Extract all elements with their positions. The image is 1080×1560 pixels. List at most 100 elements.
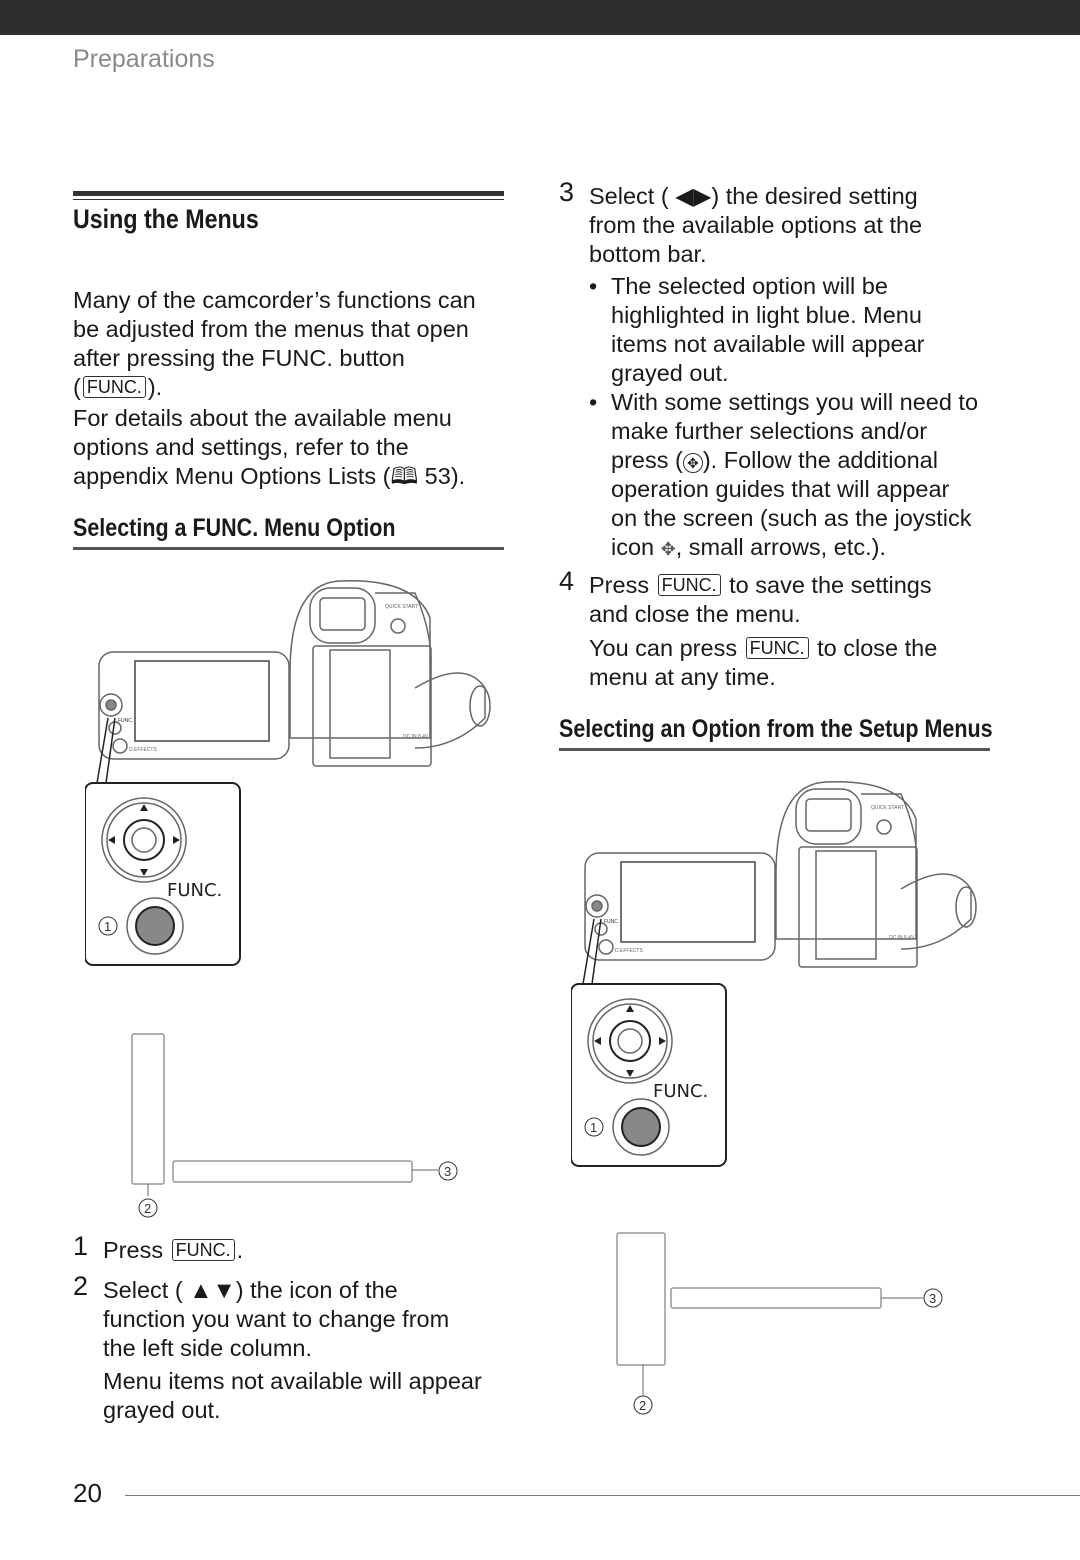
joystick-button-icon: ✥: [682, 453, 703, 473]
dc-in-label: DC IN 8.4V: [889, 935, 915, 941]
step-1: 1 Press FUNC..: [73, 1232, 244, 1265]
deffects-label: D.EFFECTS: [129, 747, 157, 753]
callout-1: 1: [104, 919, 111, 934]
camcorder-illustration: FUNC. FUNC. D.EFFECTS QUICK START DC IN …: [571, 781, 977, 1167]
subheading-func-menu: Selecting a FUNC. Menu Option: [73, 514, 396, 542]
bullet-icon: •: [589, 273, 598, 299]
func-label: FUNC.: [653, 1081, 708, 1102]
text-line: For details about the available menu: [73, 405, 452, 431]
bullet-icon: •: [589, 389, 598, 415]
text-line: The selected option will be: [611, 273, 888, 299]
note-line: Menu items not available will appear: [103, 1368, 482, 1394]
text-line: grayed out.: [611, 360, 729, 386]
text-line: the left side column.: [103, 1335, 312, 1361]
func-key-label: FUNC.: [82, 376, 146, 398]
text-line: be adjusted from the menus that open: [73, 316, 469, 342]
note-line: grayed out.: [103, 1397, 221, 1423]
step-number: 3: [559, 177, 575, 207]
title-rule-thin: [73, 199, 504, 200]
text: Press: [589, 572, 656, 598]
func-label: FUNC.: [167, 880, 222, 901]
text-line: press (✥). Follow the additional: [611, 446, 978, 475]
manual-page: Preparations Using the Menus Many of the…: [0, 0, 1080, 1560]
text: Select (: [103, 1277, 190, 1303]
text: icon: [611, 534, 661, 560]
text: ) the icon of the: [235, 1277, 398, 1303]
step-number: 1: [73, 1231, 89, 1261]
step-4: 4 Press FUNC. to save the settings and c…: [559, 567, 937, 692]
text-line: operation guides that will appear: [611, 476, 950, 502]
bullet-1: • The selected option will be highlighte…: [589, 272, 978, 388]
text-line: menu at any time.: [589, 664, 776, 690]
menu-screen-diagram: 2 3: [131, 1033, 458, 1218]
callout-2: 2: [639, 1398, 646, 1413]
text: to close the: [810, 635, 938, 661]
text-line: Select ( ▲▼) the icon of the: [103, 1276, 482, 1305]
text-line: options and settings, refer to the: [73, 434, 409, 460]
footer-rule: [125, 1495, 1080, 1496]
book-icon: 🕮: [390, 463, 419, 489]
func-key-label: FUNC.: [171, 1239, 235, 1261]
bottom-bar: [172, 1160, 413, 1183]
text-line: bottom bar.: [589, 241, 707, 267]
text-line: appendix Menu Options Lists (🕮 53).: [73, 462, 476, 491]
step-2: 2 Select ( ▲▼) the icon of the function …: [73, 1272, 482, 1425]
small-func-label: FUNC.: [118, 718, 133, 724]
page-number: 20: [73, 1478, 102, 1508]
camcorder-illustration: FUNC. FUNC. D.EFFECTS QUICK START DC IN …: [85, 580, 491, 966]
bullet-2: • With some settings you will need to ma…: [589, 388, 979, 564]
menu-screen-diagram: 2 3: [616, 1232, 943, 1415]
dc-in-label: DC IN 8.4V: [403, 734, 429, 740]
text: appendix Menu Options Lists (: [73, 463, 391, 489]
quick-start-label: QUICK START: [385, 604, 418, 610]
text-line: You can press FUNC. to close the: [589, 634, 937, 663]
title-rule: [73, 191, 504, 196]
up-down-arrows-icon: ▲▼: [189, 1277, 236, 1303]
intro-paragraph: Many of the camcorder’s functions can be…: [73, 286, 476, 491]
text-line: after pressing the FUNC. button: [73, 345, 405, 371]
step-number: 2: [73, 1271, 89, 1301]
func-key-label: FUNC.: [745, 637, 809, 659]
quick-start-label: QUICK START: [871, 805, 904, 811]
text-line: With some settings you will need to: [611, 389, 979, 415]
text: 53).: [418, 463, 466, 489]
text: ) the desired setting: [711, 183, 918, 209]
step-number: 4: [559, 566, 575, 596]
text-line: make further selections and/or: [611, 418, 928, 444]
text: press (: [611, 447, 683, 473]
subheading-rule: [559, 748, 990, 751]
text-line: on the screen (such as the joystick: [611, 505, 972, 531]
func-key-label: FUNC.: [657, 574, 721, 596]
section-title: Preparations: [73, 45, 215, 73]
text-line: highlighted in light blue. Menu: [611, 302, 922, 328]
subheading-setup-menus: Selecting an Option from the Setup Menus: [559, 715, 993, 743]
callout-3: 3: [929, 1291, 936, 1306]
step-3: 3 Select ( ◀▶) the desired setting from …: [559, 178, 978, 564]
text: ).: [147, 374, 163, 400]
text-line: function you want to change from: [103, 1306, 450, 1332]
text-line: icon ✥, small arrows, etc.).: [611, 533, 978, 564]
bottom-bar: [670, 1287, 882, 1309]
text-line: Select ( ◀▶) the desired setting: [589, 182, 956, 211]
left-right-arrows-icon: ◀▶: [675, 183, 712, 209]
text: Select (: [589, 183, 676, 209]
deffects-label: D.EFFECTS: [615, 948, 643, 954]
small-func-label: FUNC.: [604, 919, 619, 925]
text-line: from the available options at the: [589, 212, 923, 238]
joystick-icon: ✥: [660, 539, 676, 559]
text-line: and close the menu.: [589, 601, 801, 627]
text: , small arrows, etc.).: [675, 534, 886, 560]
top-bar: [0, 0, 1080, 35]
text-line: items not available will appear: [611, 331, 925, 357]
text: to save the settings: [722, 572, 932, 598]
text-line: Press FUNC. to save the settings: [589, 571, 937, 600]
text-line: Many of the camcorder’s functions can: [73, 287, 476, 313]
text: .: [236, 1237, 244, 1263]
left-side-column: [131, 1033, 165, 1185]
text-line: (FUNC.).: [73, 373, 476, 402]
text: ). Follow the additional: [702, 447, 938, 473]
left-side-column: [616, 1232, 666, 1366]
text: You can press: [589, 635, 744, 661]
text: Press: [103, 1237, 170, 1263]
page-title: Using the Menus: [73, 204, 259, 234]
